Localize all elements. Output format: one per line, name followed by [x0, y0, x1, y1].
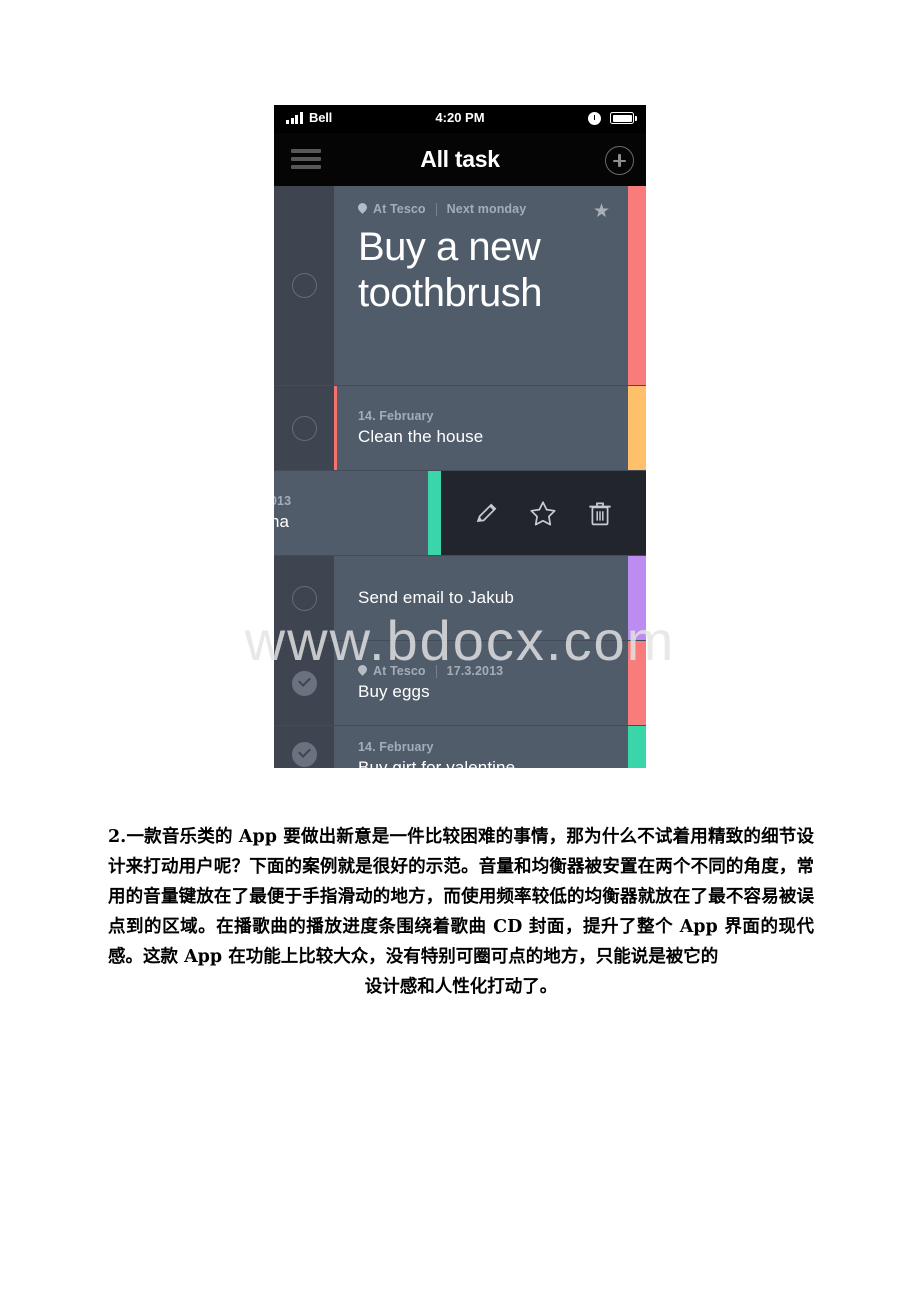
task-title: Buy eggs — [358, 682, 430, 701]
task-row[interactable]: At Tesco 17.3.2013 Buy eggs — [274, 641, 646, 726]
task-card[interactable]: 14. February Buy girt for valentine — [334, 726, 646, 768]
task-accent-stripe — [628, 186, 646, 385]
task-title: Buy a new toothbrush — [358, 225, 543, 315]
article-last-line: 设计感和人性化打动了。 — [364, 977, 558, 997]
meta-divider — [435, 202, 437, 216]
task-meta: 14. February — [358, 740, 646, 754]
swipe-action-panel[interactable] — [441, 471, 646, 555]
task-location: At Tesco — [373, 202, 426, 216]
location-pin-icon — [358, 203, 367, 215]
meta-divider — [435, 664, 437, 678]
task-checkbox-cell[interactable] — [274, 556, 334, 640]
task-accent-stripe — [628, 386, 646, 470]
location-pin-icon — [358, 665, 367, 677]
task-card[interactable]: Send email to Jakub — [334, 556, 646, 640]
star-outline-icon[interactable] — [526, 496, 560, 530]
checkbox-unchecked-icon[interactable] — [291, 273, 317, 298]
article-paragraph: 2.一款音乐类的 App 要做出新意是一件比较困难的事情，那为什么不试着用精致的… — [108, 827, 814, 967]
task-title: Clean the house — [358, 427, 484, 446]
task-left-stripe — [334, 386, 337, 470]
article-text: 2.一款音乐类的 App 要做出新意是一件比较困难的事情，那为什么不试着用精致的… — [108, 822, 814, 1002]
phone-screenshot: Bell 4:20 PM All task At Tesco Next mond… — [274, 105, 646, 768]
task-accent-stripe — [428, 471, 441, 555]
checkbox-checked-icon[interactable] — [291, 741, 317, 767]
plus-circle-icon[interactable] — [605, 146, 634, 175]
task-title: Buy girt for valentine — [358, 758, 516, 768]
task-date: 14. February — [358, 409, 434, 423]
alarm-clock-icon — [588, 112, 601, 125]
task-accent-stripe — [628, 726, 646, 768]
checkbox-unchecked-icon[interactable] — [291, 585, 317, 611]
task-checkbox-cell[interactable] — [274, 726, 334, 768]
task-card-partial[interactable]: 013 na — [274, 471, 428, 555]
checkbox-unchecked-icon[interactable] — [291, 415, 317, 441]
task-title: Send email to Jakub — [358, 588, 514, 607]
task-meta: 013 — [274, 494, 428, 508]
task-checkbox-cell[interactable] — [274, 386, 334, 470]
task-row[interactable]: 14. February Buy girt for valentine — [274, 726, 646, 768]
star-filled-icon[interactable]: ★ — [593, 202, 610, 221]
task-row[interactable]: Send email to Jakub — [274, 556, 646, 641]
task-date: Next monday — [446, 202, 527, 216]
task-card[interactable]: At Tesco Next monday Buy a new toothbrus… — [334, 186, 646, 385]
task-checkbox-cell[interactable] — [274, 641, 334, 725]
task-date: 17.3.2013 — [446, 664, 504, 678]
navigation-bar: All task — [274, 133, 646, 186]
task-location: At Tesco — [373, 664, 426, 678]
task-accent-stripe — [628, 641, 646, 725]
status-bar: Bell 4:20 PM — [274, 105, 646, 133]
task-accent-stripe — [628, 556, 646, 640]
task-meta: At Tesco 17.3.2013 — [358, 664, 646, 678]
checkbox-checked-icon[interactable] — [291, 670, 317, 696]
task-date: 14. February — [358, 740, 434, 754]
task-card[interactable]: 14. February Clean the house — [334, 386, 646, 470]
task-title: na — [274, 512, 290, 531]
trash-icon[interactable] — [583, 496, 617, 530]
edit-icon[interactable] — [470, 496, 504, 530]
page-title: All task — [420, 146, 500, 172]
task-date: 013 — [274, 494, 292, 508]
task-meta: 14. February — [358, 409, 646, 423]
task-card[interactable]: At Tesco 17.3.2013 Buy eggs — [334, 641, 646, 725]
battery-full-icon — [610, 112, 637, 124]
task-row[interactable]: At Tesco Next monday Buy a new toothbrus… — [274, 186, 646, 386]
task-checkbox-cell[interactable] — [274, 186, 334, 385]
task-list[interactable]: At Tesco Next monday Buy a new toothbrus… — [274, 186, 646, 768]
task-row-swiped[interactable]: 013 na — [274, 471, 646, 556]
task-row[interactable]: 14. February Clean the house — [274, 386, 646, 471]
